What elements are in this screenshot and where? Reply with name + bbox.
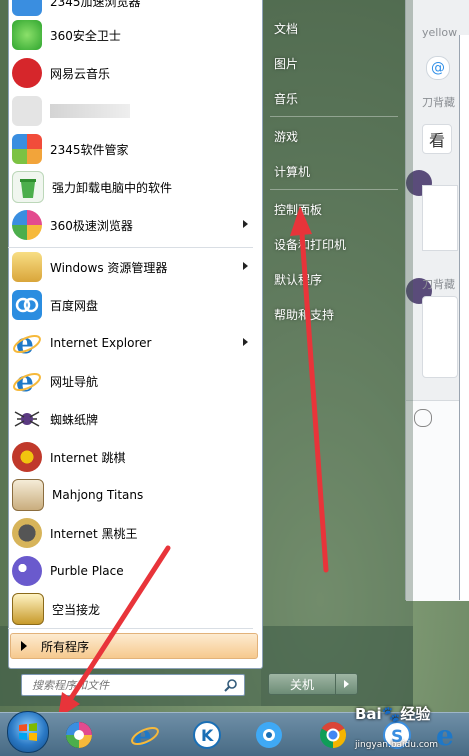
program-item-purble-place[interactable]: Purble Place [8, 554, 254, 588]
at-icon[interactable]: @ [426, 56, 450, 80]
shutdown-options-button[interactable] [335, 673, 358, 695]
menu-separator [270, 189, 398, 190]
chat-image-bubble [422, 185, 458, 251]
program-item-url-nav[interactable]: e 网址导航 [8, 364, 254, 398]
search-box[interactable] [21, 674, 245, 696]
program-label: 蜘蛛纸牌 [50, 412, 99, 427]
360-speed-browser-icon [12, 210, 42, 240]
program-item-360-safe[interactable]: 360安全卫士 [8, 18, 254, 52]
program-item-internet-checkers[interactable]: Internet 跳棋 [8, 440, 254, 474]
program-label: Internet Explorer [50, 336, 152, 350]
video-taskbar-icon[interactable] [250, 717, 288, 753]
program-item-uninstall[interactable]: 强力卸载电脑中的软件 [8, 170, 254, 204]
program-item-360-speed-browser[interactable]: 360极速浏览器 [8, 208, 254, 242]
program-label: 百度网盘 [50, 298, 99, 313]
svg-text:K: K [201, 726, 214, 745]
svg-text:e: e [436, 720, 454, 750]
program-item-windows-explorer[interactable]: Windows 资源管理器 [8, 250, 254, 284]
2345-manager-icon [12, 134, 42, 164]
ie-taskbar-icon[interactable]: e [126, 717, 164, 753]
internet-checkers-icon [12, 442, 42, 472]
menu-separator [8, 628, 253, 629]
submenu-arrow-icon [243, 220, 248, 228]
spider-solitaire-icon [12, 404, 42, 434]
emoji-icon[interactable] [414, 409, 432, 427]
chat-username: yellow [422, 26, 458, 39]
shutdown-button[interactable]: 关机 [268, 673, 336, 695]
program-label: Mahjong Titans [52, 488, 144, 502]
program-item-baidu-netdisk[interactable]: 百度网盘 [8, 288, 254, 322]
menu-separator [270, 116, 398, 117]
360-browser-taskbar-icon[interactable] [60, 717, 98, 753]
all-programs-label: 所有程序 [41, 639, 90, 654]
program-label: Internet 跳棋 [50, 450, 126, 465]
chat-username: 刀背藏 [422, 278, 455, 291]
start-button[interactable] [7, 711, 49, 753]
blurred-label [50, 104, 130, 118]
program-label: 360安全卫士 [50, 28, 121, 43]
program-label: Windows 资源管理器 [50, 260, 168, 275]
baidu-netdisk-icon [12, 290, 42, 320]
menu-separator [8, 247, 253, 248]
right-item-music[interactable]: 音乐 [274, 90, 298, 107]
program-item-2345-manager[interactable]: 2345软件管家 [8, 132, 254, 166]
windows-logo-icon [19, 723, 37, 741]
program-label: 空当接龙 [52, 602, 101, 617]
start-menu: 2345加速浏览器 360安全卫士 网易云音乐 2345软件管家 强力卸载电脑中… [0, 0, 413, 706]
360-safe-icon [12, 20, 42, 50]
program-item-partial[interactable]: 2345加速浏览器 [8, 0, 254, 18]
watermark-url: jingyan.baidu.com [355, 740, 439, 750]
freecell-icon [12, 593, 44, 625]
program-item-internet-explorer[interactable]: e Internet Explorer [8, 326, 254, 360]
chat-username: 刀背藏 [422, 96, 455, 109]
kuaibo-taskbar-icon[interactable]: K [188, 717, 226, 753]
program-item-blurred[interactable] [8, 94, 254, 128]
chat-image-bubble [422, 296, 458, 378]
chat-window: yellow @ 刀背藏 看 刀背藏 [405, 0, 469, 601]
program-item-mahjong-titans[interactable]: Mahjong Titans [8, 478, 254, 512]
baidu-jingyan-watermark: Bai🐾经验 [355, 705, 431, 723]
right-item-documents[interactable]: 文档 [274, 20, 298, 37]
chat-message-bubble: 看 [422, 124, 453, 154]
submenu-arrow-icon [243, 262, 248, 270]
chrome-taskbar-icon[interactable] [314, 717, 352, 753]
program-label: 网易云音乐 [50, 66, 111, 81]
all-programs-button[interactable]: 所有程序 [10, 633, 258, 659]
right-item-control-panel[interactable]: 控制面板 [274, 201, 322, 218]
search-icon[interactable] [224, 678, 238, 692]
right-item-computer[interactable]: 计算机 [274, 163, 310, 180]
purble-place-icon [12, 556, 42, 586]
program-label: 2345软件管家 [50, 142, 129, 157]
mahjong-titans-icon [12, 479, 44, 511]
url-nav-icon: e [12, 366, 42, 396]
program-label: 网址导航 [50, 374, 99, 389]
right-item-pictures[interactable]: 图片 [274, 55, 298, 72]
netease-music-icon [12, 58, 42, 88]
right-item-devices-printers[interactable]: 设备和打印机 [274, 236, 346, 253]
program-item-freecell[interactable]: 空当接龙 [8, 592, 254, 626]
program-label: 强力卸载电脑中的软件 [52, 180, 173, 195]
program-item-spider-solitaire[interactable]: 蜘蛛纸牌 [8, 402, 254, 436]
program-label: 2345加速浏览器 [50, 0, 141, 9]
internet-spades-icon [12, 518, 42, 548]
program-label: Purble Place [50, 564, 124, 578]
program-item-internet-spades[interactable]: Internet 黑桃王 [8, 516, 254, 550]
chat-side-panel [459, 35, 469, 600]
expand-arrow-icon [21, 641, 27, 651]
program-label: Internet 黑桃王 [50, 526, 138, 541]
2345-browser-icon [12, 0, 42, 16]
program-item-netease-music[interactable]: 网易云音乐 [8, 56, 254, 90]
blurred-app-icon [12, 96, 42, 126]
submenu-arrow-icon [243, 338, 248, 346]
right-item-default-programs[interactable]: 默认程序 [274, 271, 322, 288]
right-item-help-support[interactable]: 帮助和支持 [274, 306, 334, 323]
right-item-games[interactable]: 游戏 [274, 128, 298, 145]
uninstall-recycle-icon [12, 171, 44, 203]
search-input[interactable] [30, 677, 224, 693]
program-label: 360极速浏览器 [50, 218, 133, 233]
windows-explorer-icon [12, 252, 42, 282]
internet-explorer-icon: e [12, 328, 42, 358]
